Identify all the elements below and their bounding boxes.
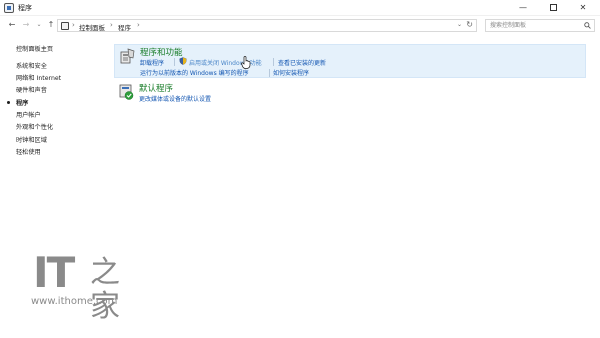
address-dropdown-button[interactable]: ⌄ — [457, 21, 462, 28]
search-input[interactable] — [486, 20, 578, 31]
address-bar[interactable]: › 控制面板 › 程序 › ⌄ ↻ — [57, 19, 477, 32]
forward-button[interactable]: → — [20, 19, 32, 31]
breadcrumb-control-panel[interactable]: 控制面板 — [79, 22, 105, 32]
view-installed-updates-link[interactable]: 查看已安装的更新 — [278, 58, 326, 67]
ithome-watermark: IT 之家 www.ithome.com — [30, 248, 140, 324]
link-divider — [273, 58, 274, 66]
sidebar-item-user-accounts[interactable]: 用户帐户 — [16, 110, 41, 119]
main-content: 程序和功能 卸载程序 启用或关闭 Windows 功能 查看已安装的更新 运行为… — [110, 34, 600, 338]
current-page-indicator — [7, 101, 10, 104]
recent-locations-button[interactable]: ⌄ — [33, 19, 45, 31]
watermark-logo-glyph: 之家 — [90, 255, 120, 324]
default-programs-icon — [119, 84, 134, 100]
uninstall-program-link[interactable]: 卸载程序 — [140, 58, 164, 67]
watermark-logo-text: IT — [33, 248, 75, 297]
search-icon[interactable] — [584, 22, 591, 29]
minimize-button[interactable]: — — [508, 0, 538, 16]
sidebar-item-control-panel-home[interactable]: 控制面板主页 — [16, 44, 53, 53]
close-button[interactable]: ✕ — [568, 0, 598, 16]
back-button[interactable]: ← — [6, 19, 18, 31]
link-divider — [174, 58, 175, 66]
uac-shield-icon — [179, 57, 187, 65]
sidebar-item-network-internet[interactable]: 网络和 Internet — [16, 73, 61, 82]
category-programs-features: 程序和功能 卸载程序 启用或关闭 Windows 功能 查看已安装的更新 运行为… — [114, 44, 586, 78]
navigation-bar: ← → ⌄ ↑ › 控制面板 › 程序 › ⌄ ↻ — [0, 16, 600, 34]
refresh-button[interactable]: ↻ — [466, 20, 473, 29]
up-button[interactable]: ↑ — [45, 19, 57, 31]
sidebar-item-hardware-sound[interactable]: 硬件和声音 — [16, 85, 47, 94]
search-box[interactable] — [485, 19, 595, 32]
programs-features-title[interactable]: 程序和功能 — [140, 46, 183, 58]
default-programs-title[interactable]: 默认程序 — [139, 82, 173, 94]
sidebar-item-appearance[interactable]: 外观和个性化 — [16, 122, 53, 131]
window-title: 程序 — [18, 4, 32, 12]
sidebar-item-programs[interactable]: 程序 — [16, 98, 28, 107]
maximize-button[interactable] — [538, 0, 568, 16]
control-panel-app-icon — [4, 3, 14, 13]
breadcrumb-programs[interactable]: 程序 — [118, 22, 131, 32]
sidebar-item-ease-of-access[interactable]: 轻松使用 — [16, 147, 41, 156]
title-bar: 程序 — ✕ — [0, 0, 600, 16]
change-default-settings-link[interactable]: 更改媒体或设备的默认设置 — [139, 94, 211, 103]
category-default-programs: 默认程序 更改媒体或设备的默认设置 — [114, 81, 586, 105]
breadcrumb-separator[interactable]: › — [137, 21, 140, 29]
sidebar-item-clock-region[interactable]: 时钟和区域 — [16, 135, 47, 144]
hand-cursor-icon — [241, 56, 251, 69]
run-older-programs-link[interactable]: 运行为以前版本的 Windows 编写的程序 — [140, 68, 249, 77]
maximize-icon — [549, 4, 557, 11]
watermark-url: www.ithome.com — [31, 296, 118, 307]
breadcrumb-separator[interactable]: › — [110, 21, 113, 29]
link-divider — [269, 69, 270, 77]
how-to-install-link[interactable]: 如何安装程序 — [273, 68, 309, 77]
control-panel-icon — [61, 22, 69, 30]
breadcrumb-separator[interactable]: › — [72, 21, 75, 29]
programs-features-icon — [120, 48, 135, 64]
sidebar-item-system-security[interactable]: 系统和安全 — [16, 61, 47, 70]
